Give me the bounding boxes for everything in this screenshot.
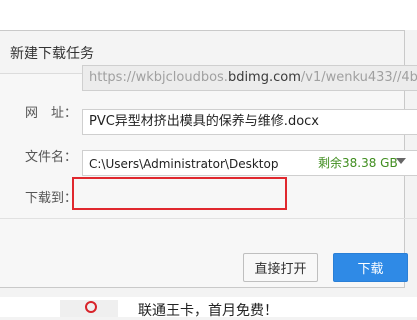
filename-field[interactable]: PVC异型材挤出模具的保养与维修.docx	[82, 109, 417, 135]
url-path: /v1/wenku433//4bc169	[300, 70, 417, 85]
filename-value: PVC异型材挤出模具的保养与维修.docx	[89, 114, 319, 129]
chevron-down-icon[interactable]	[396, 158, 406, 164]
free-space-text: 剩余38.38 GB	[318, 156, 398, 170]
download-button[interactable]: 下载	[333, 253, 408, 282]
footer-divider	[0, 218, 417, 219]
background-page-top	[0, 0, 417, 30]
filename-label: 文件名：	[25, 150, 78, 165]
path-highlight-box	[72, 177, 287, 210]
url-field[interactable]: https://wkbjcloudbos.bdimg.com/v1/wenku4…	[82, 65, 417, 91]
promo-text[interactable]: 联通王卡，首月免费！	[138, 300, 278, 320]
open-directly-button[interactable]: 直接打开	[243, 253, 318, 282]
save-path-value: C:\Users\Administrator\Desktop	[89, 157, 279, 171]
save-to-label: 下载到：	[25, 191, 78, 206]
unicom-knot-icon	[85, 301, 97, 313]
url-domain: bdimg.com	[227, 70, 301, 85]
url-label: 网 址：	[25, 106, 78, 121]
dialog-title: 新建下载任务	[10, 46, 94, 62]
url-prefix: https://wkbjcloudbos.	[89, 70, 228, 85]
url-text: https://wkbjcloudbos.bdimg.com/v1/wenku4…	[89, 70, 417, 86]
